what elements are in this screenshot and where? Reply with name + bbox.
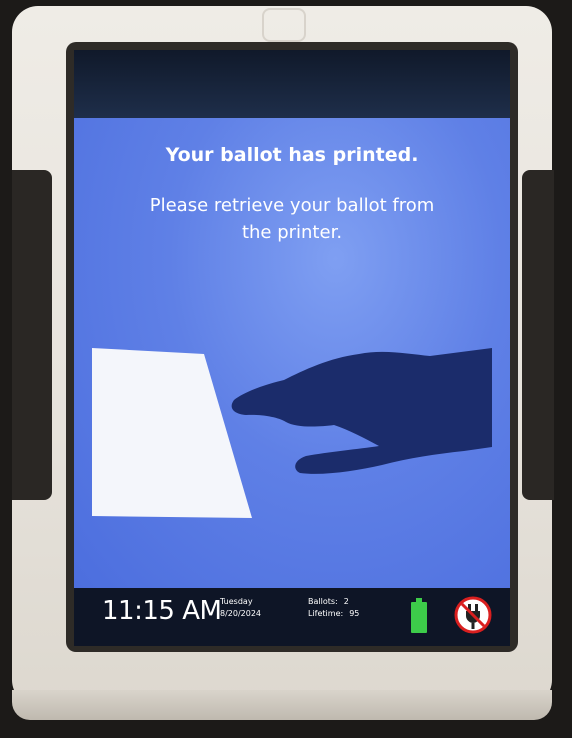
- device-bottom-lip: [12, 690, 552, 720]
- device-side-left: [12, 170, 52, 500]
- ballot-printed-panel: Your ballot has printed. Please retrieve…: [74, 118, 510, 588]
- voting-screen: Your ballot has printed. Please retrieve…: [74, 50, 510, 646]
- clock-time: 11:15 AM: [102, 596, 222, 626]
- weekday: Tuesday: [220, 597, 253, 606]
- lifetime-count-row: Lifetime: 95: [308, 608, 359, 620]
- screen-top-bar: [74, 50, 510, 118]
- hand-icon: [231, 348, 492, 474]
- ballots-count-row: Ballots: 2: [308, 596, 359, 608]
- retrieve-ballot-illustration: [92, 348, 492, 518]
- device-notch: [262, 8, 306, 42]
- ballot-paper-icon: [92, 348, 252, 518]
- ballot-counts: Ballots: 2 Lifetime: 95: [308, 596, 359, 620]
- date: 8/20/2024: [220, 609, 262, 618]
- battery-full-icon: [411, 598, 427, 633]
- ballots-label: Ballots:: [308, 597, 338, 606]
- device-side-right: [522, 170, 554, 500]
- lifetime-label: Lifetime:: [308, 609, 344, 618]
- ballots-value: 2: [343, 597, 349, 606]
- lifetime-value: 95: [349, 609, 360, 618]
- status-bar: 11:15 AM Tuesday 8/20/2024 Ballots: 2 Lif…: [74, 588, 510, 646]
- date-block: Tuesday 8/20/2024: [220, 596, 261, 620]
- power-disconnected-icon: [454, 596, 492, 634]
